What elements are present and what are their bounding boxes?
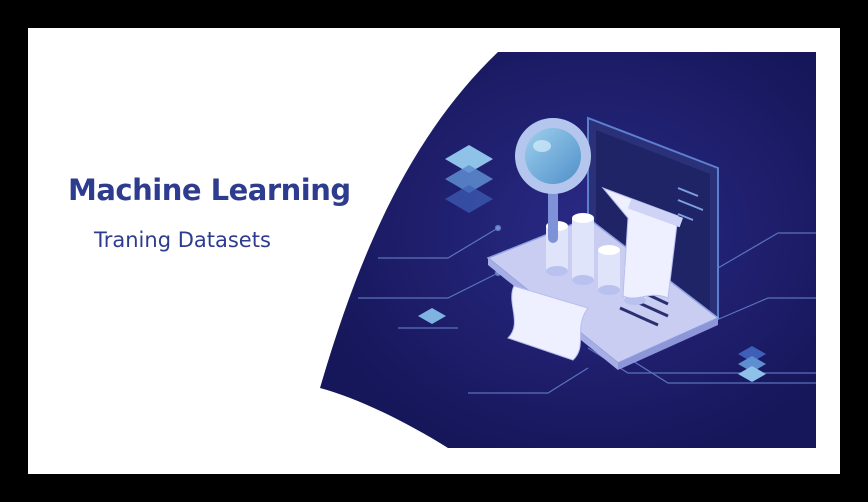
banner-title: Machine Learning (68, 173, 351, 207)
stacked-layers-icon (445, 145, 493, 213)
banner-subtitle: Traning Datasets (94, 228, 271, 252)
image-frame: Machine Learning Traning Datasets (0, 0, 868, 502)
banner-canvas: Machine Learning Traning Datasets (28, 28, 840, 474)
